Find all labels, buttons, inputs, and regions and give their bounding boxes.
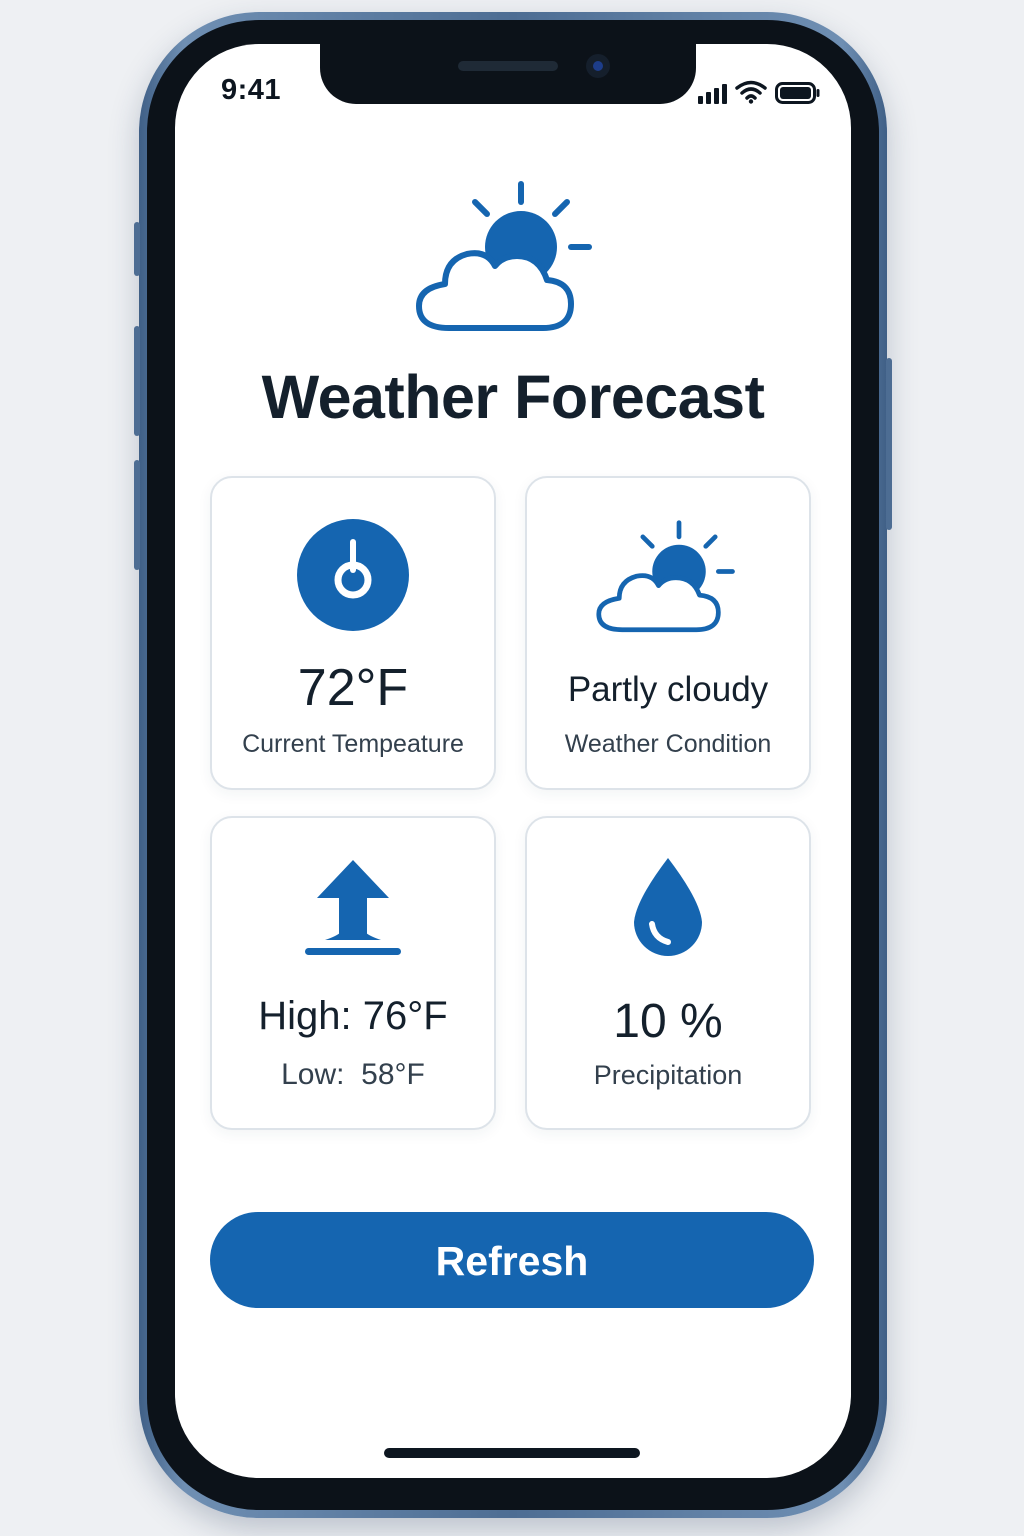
- cellular-signal-icon: [698, 82, 727, 104]
- status-icons: [698, 80, 821, 104]
- precipitation-label: Precipitation: [593, 1060, 743, 1090]
- current-temperature-value: 72°F: [297, 659, 409, 717]
- front-camera: [586, 54, 610, 78]
- low-temperature-value: Low: 58°F: [281, 1058, 425, 1091]
- weather-condition-label: Weather Condition: [564, 730, 772, 758]
- weather-condition-value: Partly cloudy: [567, 670, 769, 709]
- thermometer-icon: [297, 519, 409, 631]
- home-indicator[interactable]: [384, 1448, 640, 1458]
- temperature-card: 72°F Current Tempeature: [210, 476, 496, 790]
- current-temperature-label: Current Tempeature: [242, 730, 464, 758]
- volume-down-button: [134, 460, 140, 570]
- device-mockup: 9:41 Weather Forecast 72°F Current Tempe…: [0, 0, 1024, 1536]
- wifi-icon: [735, 80, 767, 104]
- phone-screen: 9:41 Weather Forecast 72°F Current Tempe…: [175, 44, 851, 1478]
- refresh-button[interactable]: Refresh: [210, 1212, 814, 1308]
- power-button: [886, 358, 892, 530]
- condition-card: Partly cloudy Weather Condition: [525, 476, 811, 790]
- high-temperature-value: High: 76°F: [258, 994, 448, 1038]
- mute-switch: [134, 222, 140, 276]
- speaker-grille: [458, 61, 558, 71]
- high-arrow-icon: [305, 860, 401, 955]
- partly-cloudy-icon: [416, 181, 592, 331]
- page-title: Weather Forecast: [261, 363, 765, 431]
- raindrop-icon: [634, 858, 702, 956]
- status-time: 9:41: [221, 74, 282, 106]
- partly-cloudy-icon: [596, 520, 735, 633]
- volume-up-button: [134, 326, 140, 436]
- notch: [320, 44, 696, 104]
- precipitation-card: 10 % Precipitation: [525, 816, 811, 1130]
- precipitation-value: 10 %: [613, 995, 723, 1048]
- battery-icon: [775, 82, 820, 104]
- high-low-card: High: 76°F Low: 58°F: [210, 816, 496, 1130]
